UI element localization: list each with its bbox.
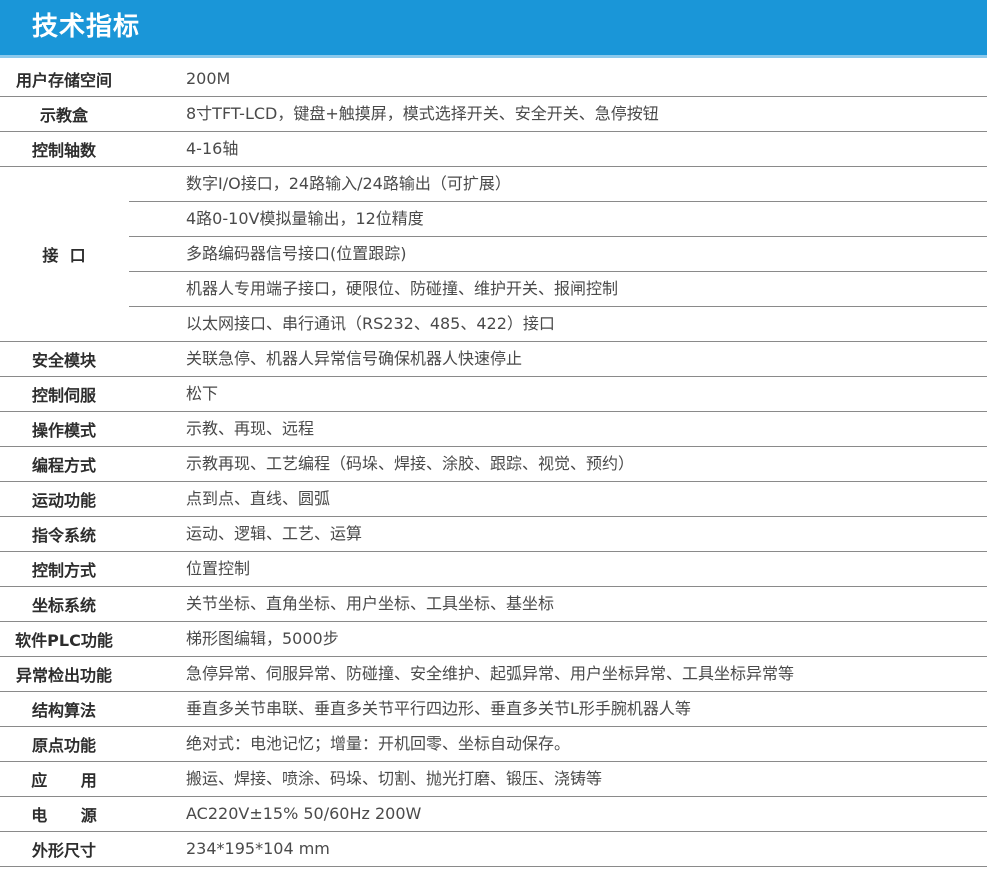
spec-values: 位置控制 xyxy=(129,552,987,586)
spec-values: 4-16轴 xyxy=(129,132,987,166)
spec-value: 机器人专用端子接口，硬限位、防碰撞、维护开关、报闸控制 xyxy=(129,271,987,306)
spec-value: 4-16轴 xyxy=(186,139,239,158)
spec-label: 操作模式 xyxy=(0,412,129,446)
spec-label: 控制轴数 xyxy=(0,132,129,166)
spec-label: 控制方式 xyxy=(0,552,129,586)
spec-row: 坐标系统 关节坐标、直角坐标、用户坐标、工具坐标、基坐标 xyxy=(0,587,987,622)
spec-value: 松下 xyxy=(186,384,219,403)
spec-values: 示教再现、工艺编程（码垛、焊接、涂胶、跟踪、视觉、预约） xyxy=(129,447,987,481)
spec-row: 软件PLC功能 梯形图编辑，5000步 xyxy=(0,622,987,657)
spec-values: 垂直多关节串联、垂直多关节平行四边形、垂直多关节L形手腕机器人等 xyxy=(129,692,987,726)
spec-values: 搬运、焊接、喷涂、码垛、切割、抛光打磨、锻压、浇铸等 xyxy=(129,762,987,796)
spec-label: 软件PLC功能 xyxy=(0,622,129,656)
spec-value: 绝对式：电池记忆；增量：开机回零、坐标自动保存。 xyxy=(186,734,571,753)
spec-table: 用户存储空间 200M 示教盒 8寸TFT-LCD，键盘+触摸屏，模式选择开关、安全开… xyxy=(0,62,987,867)
spec-label: 电 源 xyxy=(0,797,129,831)
spec-label: 结构算法 xyxy=(0,692,129,726)
spec-row: 用户存储空间 200M xyxy=(0,62,987,97)
spec-label: 安全模块 xyxy=(0,342,129,376)
spec-row: 应 用 搬运、焊接、喷涂、码垛、切割、抛光打磨、锻压、浇铸等 xyxy=(0,762,987,797)
spec-label: 外形尺寸 xyxy=(0,832,129,866)
spec-values: 示教、再现、远程 xyxy=(129,412,987,446)
spec-value: 垂直多关节串联、垂直多关节平行四边形、垂直多关节L形手腕机器人等 xyxy=(186,699,691,718)
spec-value: 以太网接口、串行通讯（RS232、485、422）接口 xyxy=(129,306,987,341)
spec-value: 点到点、直线、圆弧 xyxy=(186,489,331,508)
spec-row: 指令系统 运动、逻辑、工艺、运算 xyxy=(0,517,987,552)
spec-value: 关联急停、机器人异常信号确保机器人快速停止 xyxy=(186,349,523,368)
spec-value: 关节坐标、直角坐标、用户坐标、工具坐标、基坐标 xyxy=(186,594,555,613)
spec-value: 运动、逻辑、工艺、运算 xyxy=(186,524,363,543)
spec-value: 梯形图编辑，5000步 xyxy=(186,629,339,648)
spec-value: 234*195*104 mm xyxy=(186,839,330,858)
spec-row: 运动功能 点到点、直线、圆弧 xyxy=(0,482,987,517)
spec-label: 应 用 xyxy=(0,762,129,796)
header-divider xyxy=(0,55,987,58)
spec-label: 指令系统 xyxy=(0,517,129,551)
spec-value: 多路编码器信号接口(位置跟踪) xyxy=(129,236,987,271)
spec-value: 4路0-10V模拟量输出，12位精度 xyxy=(129,201,987,236)
spec-values: 绝对式：电池记忆；增量：开机回零、坐标自动保存。 xyxy=(129,727,987,761)
spec-value: 示教、再现、远程 xyxy=(186,419,315,438)
spec-label: 控制伺服 xyxy=(0,377,129,411)
spec-values: AC220V±15% 50/60Hz 200W xyxy=(129,797,987,831)
spec-row: 控制方式 位置控制 xyxy=(0,552,987,587)
spec-values: 关联急停、机器人异常信号确保机器人快速停止 xyxy=(129,342,987,376)
spec-label: 原点功能 xyxy=(0,727,129,761)
spec-row: 控制伺服 松下 xyxy=(0,377,987,412)
spec-row: 异常检出功能 急停异常、伺服异常、防碰撞、安全维护、起弧异常、用户坐标异常、工具坐… xyxy=(0,657,987,692)
spec-value: 搬运、焊接、喷涂、码垛、切割、抛光打磨、锻压、浇铸等 xyxy=(186,769,603,788)
spec-row: 接 口 数字I/O接口，24路输入/24路输出（可扩展） 4路0-10V模拟量输出，… xyxy=(0,167,987,342)
spec-label: 坐标系统 xyxy=(0,587,129,621)
spec-value: AC220V±15% 50/60Hz 200W xyxy=(186,804,422,823)
spec-value: 位置控制 xyxy=(186,559,251,578)
spec-values: 点到点、直线、圆弧 xyxy=(129,482,987,516)
spec-label: 接 口 xyxy=(0,167,129,341)
spec-values: 松下 xyxy=(129,377,987,411)
spec-row: 操作模式 示教、再现、远程 xyxy=(0,412,987,447)
spec-values: 8寸TFT-LCD，键盘+触摸屏，模式选择开关、安全开关、急停按钮 xyxy=(129,97,987,131)
spec-value: 数字I/O接口，24路输入/24路输出（可扩展） xyxy=(186,174,511,193)
spec-values: 运动、逻辑、工艺、运算 xyxy=(129,517,987,551)
spec-row: 控制轴数 4-16轴 xyxy=(0,132,987,167)
spec-row: 结构算法 垂直多关节串联、垂直多关节平行四边形、垂直多关节L形手腕机器人等 xyxy=(0,692,987,727)
spec-value: 8寸TFT-LCD，键盘+触摸屏，模式选择开关、安全开关、急停按钮 xyxy=(186,104,659,123)
spec-values: 234*195*104 mm xyxy=(129,832,987,866)
spec-value: 示教再现、工艺编程（码垛、焊接、涂胶、跟踪、视觉、预约） xyxy=(186,454,635,473)
spec-value: 急停异常、伺服异常、防碰撞、安全维护、起弧异常、用户坐标异常、工具坐标异常等 xyxy=(186,664,795,683)
spec-label: 编程方式 xyxy=(0,447,129,481)
section-header: 技术指标 xyxy=(0,0,987,55)
spec-label: 异常检出功能 xyxy=(0,657,129,691)
spec-label: 示教盒 xyxy=(0,97,129,131)
spec-label: 用户存储空间 xyxy=(0,62,129,96)
spec-values: 急停异常、伺服异常、防碰撞、安全维护、起弧异常、用户坐标异常、工具坐标异常等 xyxy=(129,657,987,691)
spec-row: 示教盒 8寸TFT-LCD，键盘+触摸屏，模式选择开关、安全开关、急停按钮 xyxy=(0,97,987,132)
spec-value: 200M xyxy=(186,69,231,88)
spec-values: 数字I/O接口，24路输入/24路输出（可扩展） 4路0-10V模拟量输出，12位… xyxy=(129,167,987,341)
spec-values: 梯形图编辑，5000步 xyxy=(129,622,987,656)
spec-row: 电 源 AC220V±15% 50/60Hz 200W xyxy=(0,797,987,832)
spec-row: 安全模块 关联急停、机器人异常信号确保机器人快速停止 xyxy=(0,342,987,377)
spec-values: 关节坐标、直角坐标、用户坐标、工具坐标、基坐标 xyxy=(129,587,987,621)
spec-row: 原点功能 绝对式：电池记忆；增量：开机回零、坐标自动保存。 xyxy=(0,727,987,762)
spec-values: 200M xyxy=(129,62,987,96)
spec-row: 外形尺寸 234*195*104 mm xyxy=(0,832,987,867)
section-title: 技术指标 xyxy=(32,12,141,42)
spec-row: 编程方式 示教再现、工艺编程（码垛、焊接、涂胶、跟踪、视觉、预约） xyxy=(0,447,987,482)
spec-label: 运动功能 xyxy=(0,482,129,516)
